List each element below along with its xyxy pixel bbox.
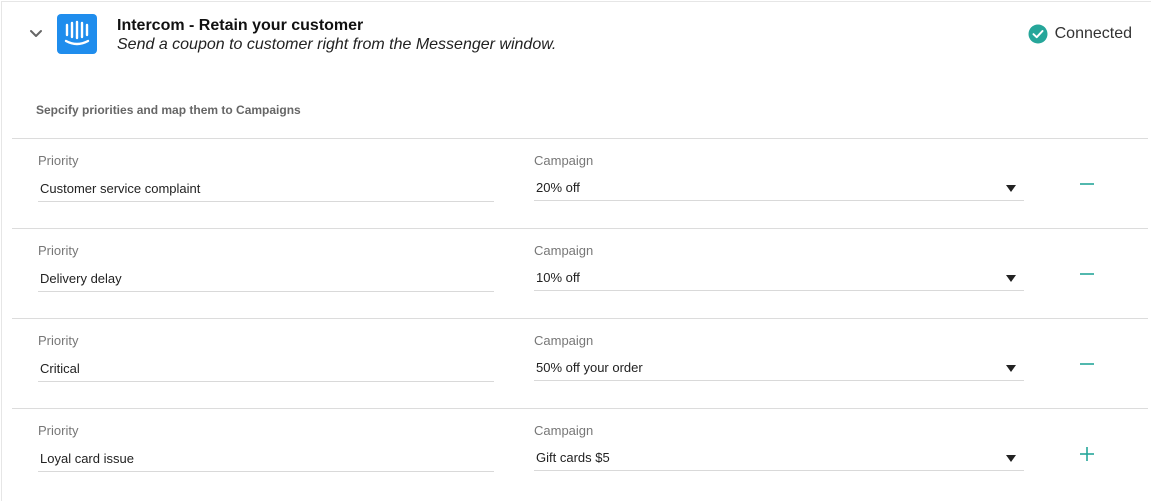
- campaign-label: Campaign: [534, 243, 594, 258]
- mapping-row: Priority Campaign 50% off your order: [12, 318, 1148, 408]
- campaign-label: Campaign: [534, 423, 594, 438]
- add-row-icon[interactable]: [1078, 445, 1096, 463]
- priority-label: Priority: [38, 153, 79, 168]
- priority-label: Priority: [38, 243, 79, 258]
- campaign-value: 10% off: [536, 270, 580, 285]
- mapping-row: Priority Campaign Gift cards $5: [12, 408, 1148, 498]
- campaign-label: Campaign: [534, 333, 594, 348]
- dropdown-arrow-icon: [1006, 365, 1016, 372]
- remove-row-icon[interactable]: [1078, 175, 1096, 193]
- dropdown-arrow-icon: [1006, 455, 1016, 462]
- mapping-row: Priority Campaign 20% off: [12, 138, 1148, 228]
- priority-input[interactable]: [38, 265, 494, 292]
- section-label: Sepcify priorities and map them to Campa…: [36, 103, 301, 117]
- intercom-logo-icon: [57, 14, 97, 54]
- priority-label: Priority: [38, 333, 79, 348]
- campaign-select[interactable]: 50% off your order: [534, 355, 1024, 381]
- integration-panel: Intercom - Retain your customer Send a c…: [1, 1, 1151, 501]
- campaign-select[interactable]: Gift cards $5: [534, 445, 1024, 471]
- priority-label: Priority: [38, 423, 79, 438]
- priority-input[interactable]: [38, 175, 494, 202]
- priority-input[interactable]: [38, 355, 494, 382]
- campaign-label: Campaign: [534, 153, 594, 168]
- mapping-row: Priority Campaign 10% off: [12, 228, 1148, 318]
- connection-status: Connected: [1028, 24, 1132, 44]
- check-circle-icon: [1028, 24, 1048, 44]
- campaign-value: 20% off: [536, 180, 580, 195]
- dropdown-arrow-icon: [1006, 275, 1016, 282]
- chevron-down-icon[interactable]: [28, 26, 44, 42]
- campaign-select[interactable]: 10% off: [534, 265, 1024, 291]
- remove-row-icon[interactable]: [1078, 265, 1096, 283]
- integration-subtitle: Send a coupon to customer right from the…: [117, 36, 557, 53]
- priority-input[interactable]: [38, 445, 494, 472]
- dropdown-arrow-icon: [1006, 185, 1016, 192]
- campaign-select[interactable]: 20% off: [534, 175, 1024, 201]
- campaign-value: 50% off your order: [536, 360, 643, 375]
- integration-title: Intercom - Retain your customer: [117, 17, 364, 34]
- campaign-value: Gift cards $5: [536, 450, 610, 465]
- status-label: Connected: [1054, 25, 1132, 42]
- remove-row-icon[interactable]: [1078, 355, 1096, 373]
